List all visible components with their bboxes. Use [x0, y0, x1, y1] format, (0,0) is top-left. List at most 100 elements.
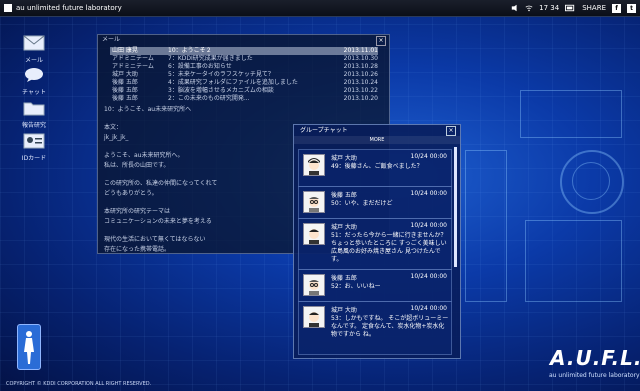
clock: 17 34: [539, 4, 560, 12]
volume-icon[interactable]: [511, 4, 519, 12]
chat-time: 10/24 00:00: [410, 305, 448, 312]
mail-body-line: この研究所の、私達の仲間になってくれて: [104, 180, 218, 187]
desktop-icon-id-card[interactable]: IDカード: [20, 133, 48, 162]
chat-text: 51：だったら今から一緒に行きませんか？ ちょっと歩いたところに すっごく美味し…: [331, 232, 447, 263]
desktop-icon-label: メール: [24, 57, 43, 64]
mail-icon: [23, 35, 45, 51]
chat-message: 城戸 大助 10/24 00:00 51：だったら今から一緒に行きませんか？ ち…: [298, 218, 452, 270]
facebook-share-button[interactable]: f: [612, 3, 621, 13]
brand[interactable]: au unlimited future laboratory: [4, 4, 122, 12]
avatar: [303, 306, 325, 328]
mail-date: 2013.10.26: [343, 71, 378, 78]
chat-time: 10/24 00:00: [410, 273, 448, 280]
mail-subject: 5：未来ケータイのラフスケッチ見て？: [168, 71, 274, 78]
chat-text: 50：いや、まだだけど: [331, 200, 393, 207]
mail-subject: 2：この未来のもの研究開発...: [168, 95, 250, 102]
mail-subject: 3：脳波を増幅させるメカニズムの相談: [168, 87, 274, 94]
mail-body-line: 本研究所の研究テーマは: [104, 208, 171, 215]
chat-message: 後藤 五郎 10/24 00:00 50：いや、まだだけど: [298, 186, 452, 219]
share-label: SHARE: [582, 4, 606, 12]
twitter-share-button[interactable]: t: [627, 3, 636, 13]
mail-body-line: jk_jk_jk_: [104, 134, 129, 141]
avatar: [303, 154, 325, 176]
group-chat-window: グループチャット × MORE 城戸 大助 10/24 00:00 49：後藤さ…: [293, 124, 461, 359]
mail-subject: 6：設備工事のお知らせ: [168, 63, 232, 70]
folder-icon: [23, 102, 45, 116]
mail-from: 山田 康晃: [112, 47, 138, 54]
chat-icon: [25, 68, 43, 82]
mail-body-line: 10：ようこそ、au未来研究所へ: [104, 106, 192, 113]
aufl-logo: A.U.F.L.: [550, 346, 640, 370]
chat-sender: 後藤 五郎: [331, 275, 357, 282]
mail-body-line: 現代の生活において無くてはならない: [104, 236, 206, 243]
aufl-logo-subtitle: au unlimited future laboratory: [549, 372, 640, 379]
mail-body-line: 存在になった携帯電話。: [104, 246, 171, 253]
mail-date: 2013.10.30: [343, 55, 378, 62]
hud-panel-2: [525, 220, 622, 302]
chat-time: 10/24 00:00: [410, 153, 448, 160]
wifi-icon: [525, 5, 533, 12]
mail-row[interactable]: アドミニテーム 6：設備工事のお知らせ 2013.10.28: [110, 63, 378, 71]
chat-time: 10/24 00:00: [410, 190, 448, 197]
mail-body-line: 本文：: [104, 124, 123, 131]
mail-date: 2013.11.01: [343, 47, 378, 54]
hud-ring-inner: [572, 162, 610, 200]
desktop-icon-mail[interactable]: メール: [20, 35, 48, 64]
mail-subject: 10：ようこそ２: [168, 47, 212, 54]
mail-date: 2013.10.24: [343, 79, 378, 86]
chat-sender: 城戸 大助: [331, 155, 357, 162]
chat-scrollbar[interactable]: [454, 147, 457, 267]
chat-message: 城戸 大助 10/24 00:00 49：後藤さん、ご飯食べました？: [298, 149, 452, 187]
avatar: [303, 191, 325, 213]
mail-from: 後藤 五郎: [112, 79, 138, 86]
chat-text: 49：後藤さん、ご飯食べました？: [331, 163, 423, 170]
mail-date: 2013.10.20: [343, 95, 378, 102]
mail-from: 後藤 五郎: [112, 87, 138, 94]
copyright: COPYRIGHT © KDDI CORPORATION ALL RIGHT R…: [6, 381, 152, 387]
mail-body-line: どうもありがとう。: [104, 190, 158, 197]
chat-sender: 後藤 五郎: [331, 192, 357, 199]
chat-more-button[interactable]: MORE: [294, 136, 460, 144]
mail-row[interactable]: 後藤 五郎 2：この未来のもの研究開発... 2013.10.20: [110, 95, 378, 103]
desktop-icon-label: 報告研究: [21, 122, 46, 129]
mail-subject: 4：成果研究フォルダにファイルを追加しました: [168, 79, 298, 86]
mail-row[interactable]: 山田 康晃 10：ようこそ２ 2013.11.01: [110, 47, 378, 55]
battery-icon: [565, 4, 575, 12]
desktop-icon-label: IDカード: [21, 155, 47, 162]
mail-row[interactable]: アドミニテーム 7：KDDI研究成果が届きました 2013.10.30: [110, 55, 378, 63]
desktop-icon-folder[interactable]: 報告研究: [20, 100, 48, 129]
mail-from: 後藤 五郎: [112, 95, 138, 102]
mail-row[interactable]: 後藤 五郎 3：脳波を増幅させるメカニズムの相談 2013.10.22: [110, 87, 378, 95]
mail-row[interactable]: 後藤 五郎 4：成果研究フォルダにファイルを追加しました 2013.10.24: [110, 79, 378, 87]
mail-row[interactable]: 城戸 大助 5：未来ケータイのラフスケッチ見て？ 2013.10.26: [110, 71, 378, 79]
desktop-icon-chat[interactable]: チャット: [20, 67, 48, 96]
mail-list: 山田 康晃 10：ようこそ２ 2013.11.01 アドミニテーム 7：KDDI…: [110, 47, 378, 103]
chat-text: 52：お、いいねー: [331, 283, 381, 290]
top-bar: au unlimited future laboratory 17 34 SHA…: [0, 0, 640, 17]
mail-body-line: コミュニケーションの未来と夢を考える: [104, 218, 212, 225]
mail-date: 2013.10.22: [343, 87, 378, 94]
mail-from: 城戸 大助: [112, 71, 138, 78]
id-card-icon: [23, 133, 45, 149]
mail-body: 10：ようこそ、au未来研究所へ 本文： jk_jk_jk_ ようこそ、au未来…: [104, 105, 304, 255]
navi-badge[interactable]: [17, 324, 41, 370]
avatar: [303, 223, 325, 245]
brand-name: au unlimited future laboratory: [16, 4, 122, 12]
mail-date: 2013.10.28: [343, 63, 378, 70]
mail-subject: 7：KDDI研究成果が届きました: [168, 55, 253, 62]
mail-body-line: 私は、所長の山田です。: [104, 162, 170, 169]
chat-sender: 城戸 大助: [331, 224, 357, 231]
mail-from: アドミニテーム: [112, 63, 154, 70]
hud-panel-3: [465, 150, 507, 302]
chat-text: 53：しかもですね。 そこが超ボリューミーなんです。 定食なんて、炭水化物+炭水…: [331, 315, 449, 338]
hud-panel: [520, 90, 622, 138]
chat-time: 10/24 00:00: [410, 222, 448, 229]
mail-body-line: ようこそ、au未来研究所へ。: [104, 152, 184, 159]
mail-from: アドミニテーム: [112, 55, 154, 62]
mail-close-button[interactable]: ×: [376, 36, 386, 46]
chat-close-button[interactable]: ×: [446, 126, 456, 136]
navi-figure-icon: [24, 331, 34, 364]
chat-message: 後藤 五郎 10/24 00:00 52：お、いいねー: [298, 269, 452, 302]
brand-logo-icon: [4, 4, 12, 12]
mail-window-title: メール: [102, 36, 121, 43]
